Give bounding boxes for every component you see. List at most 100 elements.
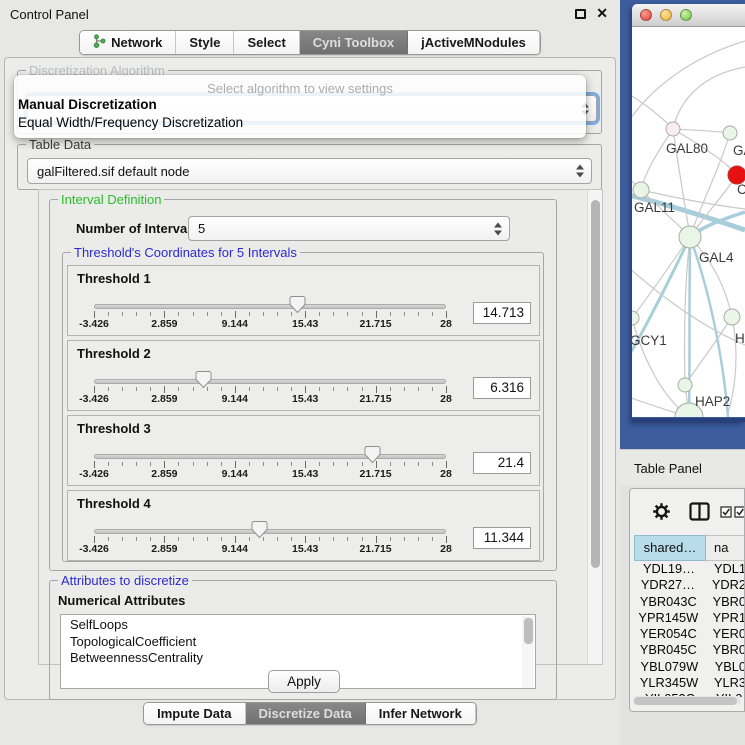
slider-tick-labels: -3.4262.8599.14415.4321.71528	[94, 468, 446, 480]
cell-name: YLR3	[704, 675, 745, 691]
slider-track[interactable]	[94, 379, 446, 384]
split-columns-icon[interactable]	[689, 502, 710, 521]
cell-name: YDR2	[702, 577, 745, 593]
algorithm-option-manual[interactable]: Manual Discretization	[14, 96, 586, 114]
slider-handle[interactable]	[364, 445, 381, 464]
label-c: C	[737, 182, 745, 197]
column-header-shared-name[interactable]: shared…	[634, 535, 706, 561]
tab-label: Cyni Toolbox	[313, 35, 394, 50]
threshold-panel: Threshold 2 -3.4262.8599.14415.4321.7152…	[67, 340, 540, 411]
table-row[interactable]: YDL19… YDL1	[634, 561, 745, 577]
threshold-value-field[interactable]: 14.713	[473, 302, 531, 324]
attribute-list-item[interactable]: TopologicalCoefficient	[70, 634, 535, 651]
scrollbar-thumb[interactable]	[634, 697, 737, 705]
slider-track[interactable]	[94, 304, 446, 309]
close-icon[interactable]: ✕	[596, 5, 608, 22]
table-row[interactable]: YPR145W YPR1	[634, 610, 745, 626]
app-root: Control Panel ✕ Network Style Select	[0, 0, 745, 745]
mode-tab-segment[interactable]: Discretize Data	[246, 703, 366, 724]
network-canvas[interactable]: GAL80 GA C GAL11 GAL4 GCY1 H HAP2	[632, 27, 745, 417]
threshold-label: Threshold 2	[77, 346, 151, 361]
node-h[interactable]	[724, 309, 740, 325]
node-hap2[interactable]	[678, 378, 692, 392]
zoom-traffic-light-icon[interactable]	[680, 9, 692, 21]
cell-shared-name: YPR145W	[634, 610, 703, 626]
settings-scrollbar[interactable]	[587, 190, 602, 664]
slider-handle[interactable]	[251, 520, 268, 539]
tab-label: Select	[247, 35, 285, 50]
checkbox-pair-icon[interactable]	[720, 506, 745, 518]
algorithm-placeholder: Select algorithm to view settings	[14, 75, 586, 96]
cyni-mode-tabs: Impute Data Discretize Data Infer Networ…	[0, 702, 620, 725]
tab-segment[interactable]: Network	[80, 31, 176, 54]
table-row[interactable]: YDR27… YDR2	[634, 577, 745, 593]
desktop-background: GAL80 GA C GAL11 GAL4 GCY1 H HAP2	[620, 0, 745, 449]
gear-icon[interactable]	[652, 502, 671, 521]
node-gal11[interactable]	[633, 182, 649, 198]
table-row[interactable]: YBR045C YBR0	[634, 642, 745, 658]
table-panel-title: Table Panel	[634, 461, 702, 476]
attribute-list-item[interactable]: BetweennessCentrality	[70, 650, 535, 667]
scrollbar-thumb[interactable]	[524, 618, 533, 644]
tab-segment[interactable]: Select	[234, 31, 299, 54]
column-header-name[interactable]: na	[706, 535, 745, 561]
label-gal11: GAL11	[634, 200, 675, 215]
table-row[interactable]: YLR345W YLR3	[634, 675, 745, 691]
interval-definition-group: Interval Definition Number of Intervals …	[49, 199, 557, 571]
cell-name: YPR1	[703, 610, 745, 626]
slider-handle[interactable]	[289, 295, 306, 314]
threshold-panel: Threshold 3 -3.4262.8599.14415.4321.7152…	[67, 415, 540, 486]
attributes-list-scrollbar[interactable]	[522, 616, 534, 689]
slider-track[interactable]	[94, 529, 446, 534]
table-row[interactable]: YBR043C YBR0	[634, 594, 745, 610]
table-data-combobox[interactable]: galFiltered.sif default node	[27, 158, 592, 184]
cell-shared-name: YBL079W	[634, 659, 705, 675]
table-row[interactable]: YER054C YER0	[634, 626, 745, 642]
mode-tab-segment[interactable]: Impute Data	[144, 703, 245, 724]
tab-label: Network	[111, 35, 162, 50]
mode-tab-segment[interactable]: Infer Network	[366, 703, 476, 724]
table-horizontal-scrollbar[interactable]	[633, 696, 741, 705]
node-gcy1[interactable]	[632, 311, 639, 325]
node-gal4[interactable]	[679, 226, 701, 248]
minimize-traffic-light-icon[interactable]	[660, 9, 672, 21]
table-panel-body: shared… na YDL19… YDL1 YDR27… YDR2 Y	[620, 485, 745, 745]
algorithm-option-equal-width[interactable]: Equal Width/Frequency Discretization	[14, 114, 586, 132]
tab-segment[interactable]: Style	[176, 31, 234, 54]
control-panel-titlebar: Control Panel ✕	[0, 0, 620, 28]
table-data-selected-value: galFiltered.sif default node	[37, 164, 189, 179]
scrollbar-thumb[interactable]	[591, 200, 600, 568]
label-gal4: GAL4	[699, 250, 734, 265]
tab-segment[interactable]: Cyni Toolbox	[300, 31, 408, 54]
node-top-right[interactable]	[723, 126, 737, 140]
threshold-value-field[interactable]: 21.4	[473, 452, 531, 474]
slider-tick-labels: -3.4262.8599.14415.4321.71528	[94, 543, 446, 555]
attribute-list-item[interactable]: SelfLoops	[70, 617, 535, 634]
mode-tab-label: Discretize Data	[259, 706, 352, 721]
tab-segment[interactable]: jActiveMNodules	[408, 31, 540, 54]
threshold-value-field[interactable]: 11.344	[473, 527, 531, 549]
threshold-label: Threshold 1	[77, 271, 151, 286]
network-window-titlebar[interactable]	[632, 4, 745, 27]
table-header-row: shared… na	[634, 535, 745, 561]
numerical-attributes-label: Numerical Attributes	[58, 593, 185, 608]
threshold-value-field[interactable]: 6.316	[473, 377, 531, 399]
close-traffic-light-icon[interactable]	[640, 9, 652, 21]
apply-button[interactable]: Apply	[268, 670, 340, 693]
table-panel-box: shared… na YDL19… YDL1 YDR27… YDR2 Y	[629, 488, 745, 712]
table-panel-titlebar: Table Panel	[620, 449, 745, 485]
cell-shared-name: YDL19…	[634, 561, 704, 577]
table-row[interactable]: YBL079W YBL0	[634, 659, 745, 675]
slider-track[interactable]	[94, 454, 446, 459]
label-ga: GA	[733, 143, 745, 158]
float-window-icon[interactable]	[575, 9, 586, 19]
threshold-label: Threshold 3	[77, 421, 151, 436]
label-gal80: GAL80	[666, 141, 708, 156]
network-view-window: GAL80 GA C GAL11 GAL4 GCY1 H HAP2	[632, 4, 745, 422]
cell-shared-name: YER054C	[634, 626, 703, 642]
algorithm-dropdown-popup: Select algorithm to view settings Manual…	[14, 75, 586, 138]
node-gal80[interactable]	[666, 122, 680, 136]
number-of-intervals-combobox[interactable]: 5	[188, 216, 510, 241]
number-of-intervals-value: 5	[198, 221, 205, 236]
slider-handle[interactable]	[195, 370, 212, 389]
